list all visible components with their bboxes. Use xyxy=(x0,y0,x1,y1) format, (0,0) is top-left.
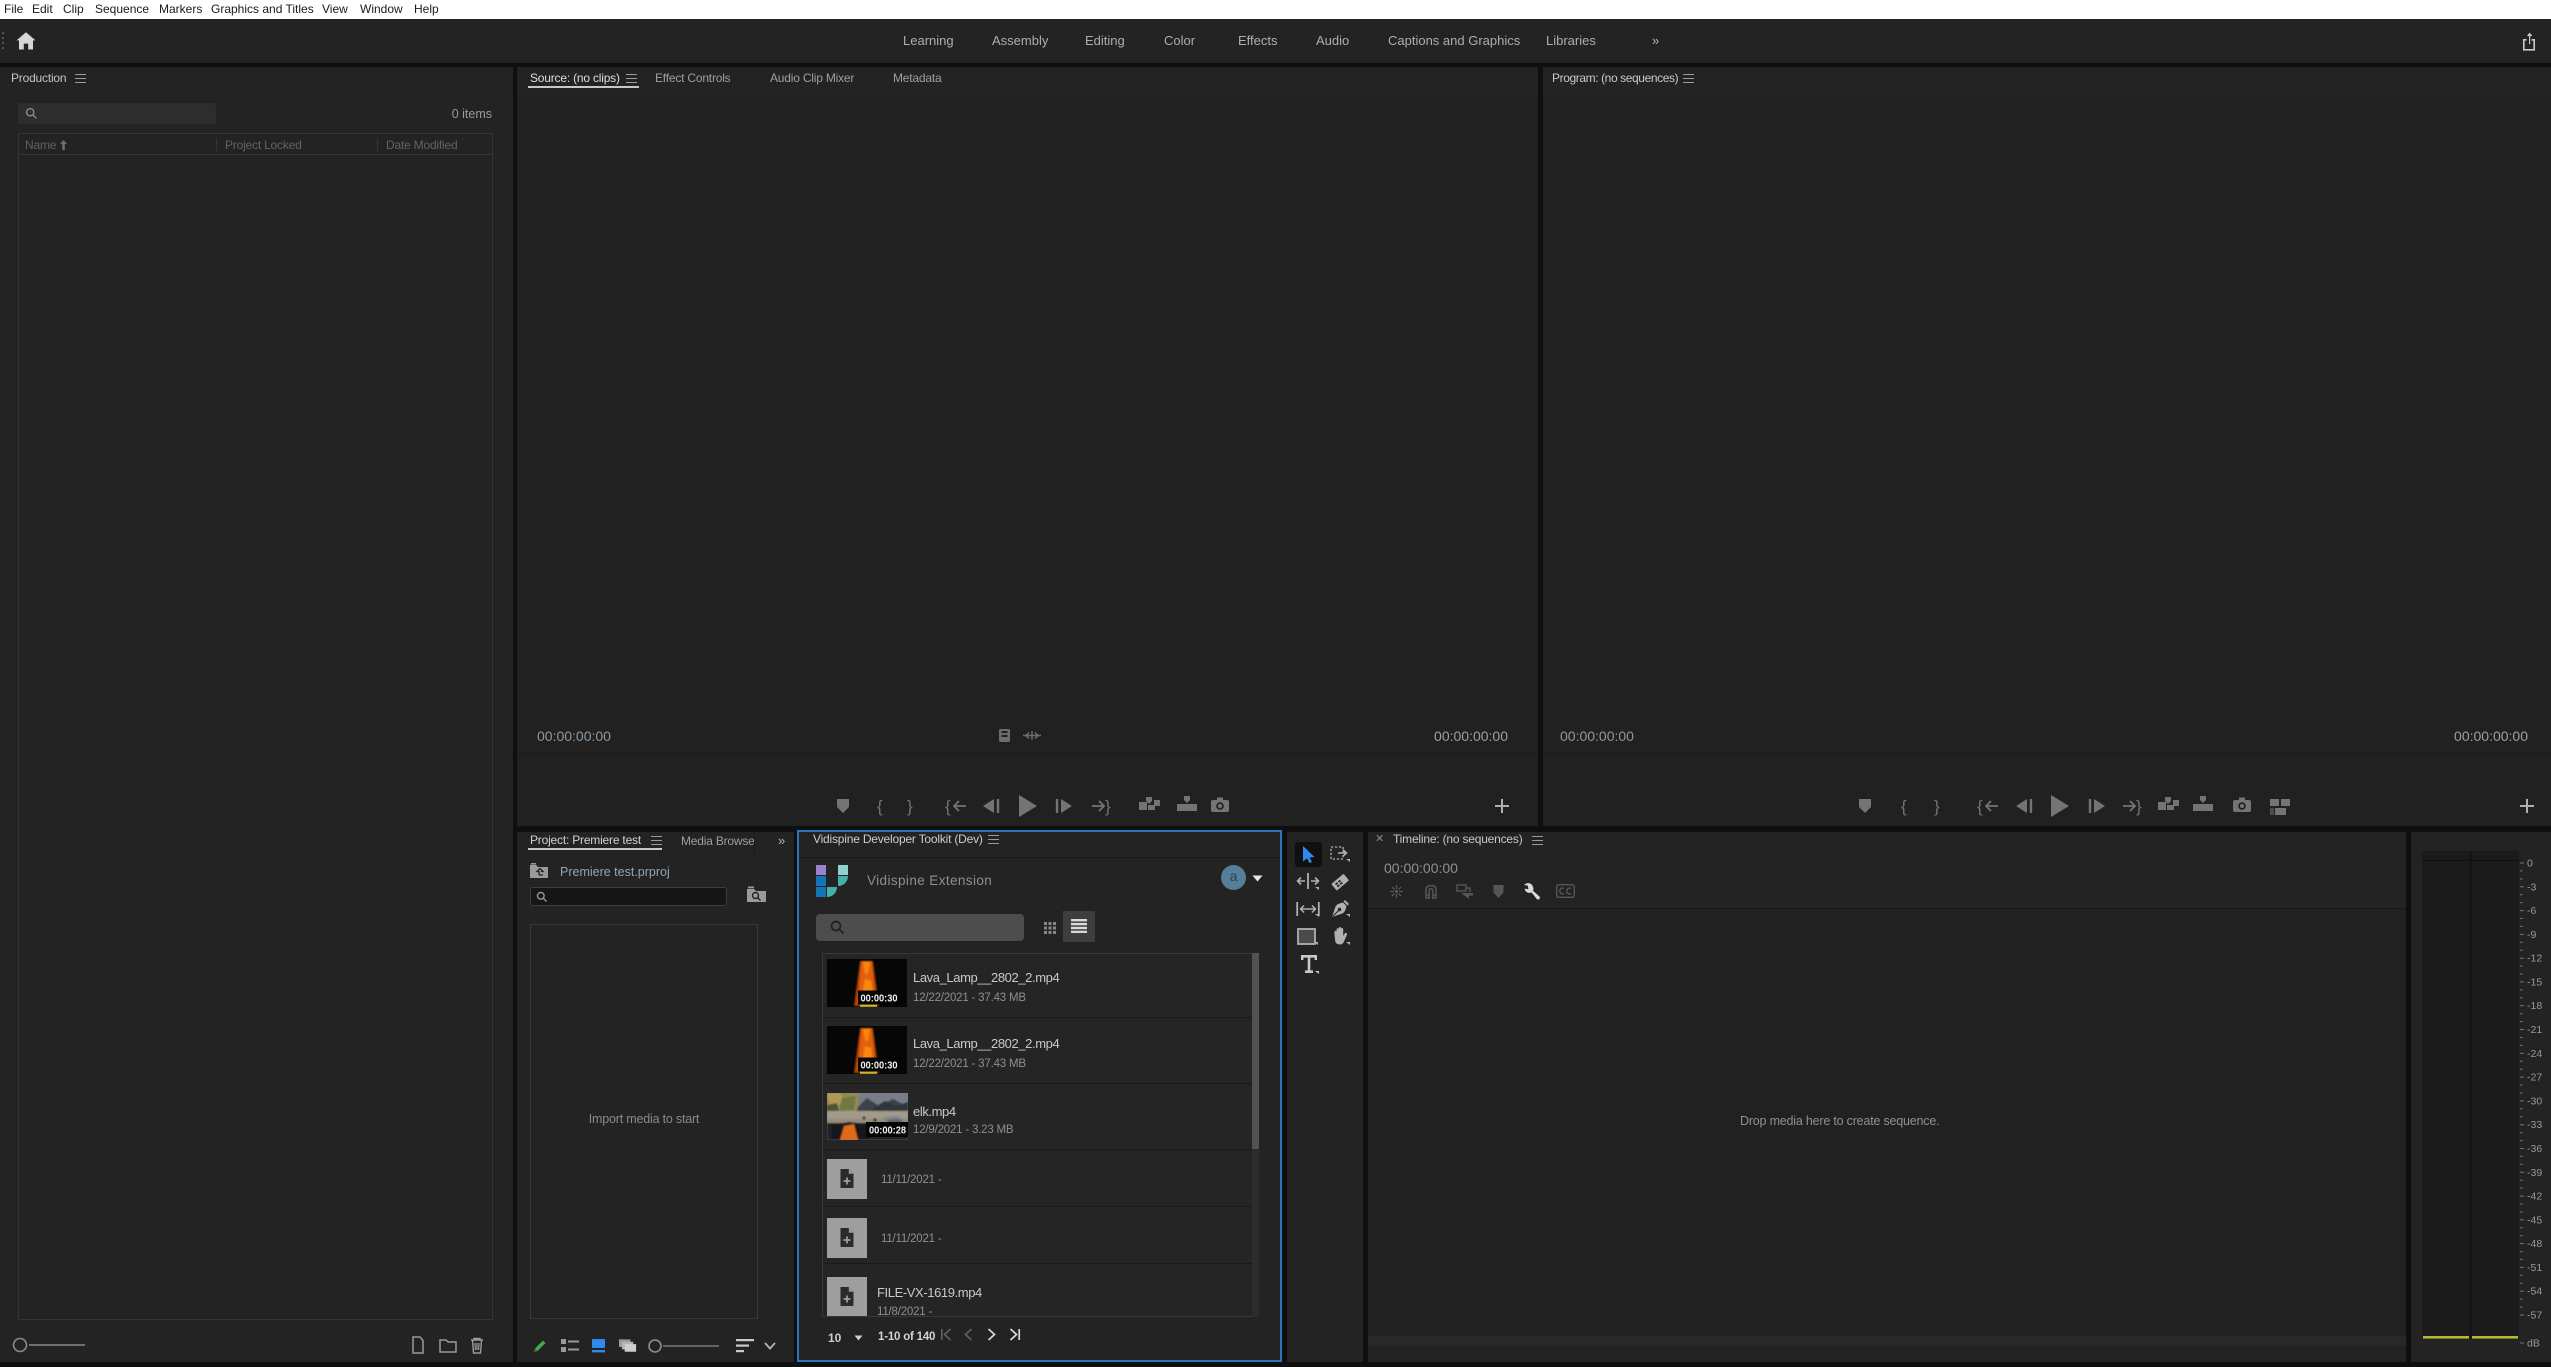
svg-text:}: } xyxy=(907,797,913,816)
svg-text:{: { xyxy=(1901,797,1907,816)
svg-text:-18: -18 xyxy=(2527,1000,2542,1012)
svg-text:}: } xyxy=(2136,797,2142,816)
svg-text:-54: -54 xyxy=(2527,1286,2542,1298)
svg-text:-12: -12 xyxy=(2527,953,2542,965)
svg-text:}: } xyxy=(1934,797,1940,816)
svg-text:-51: -51 xyxy=(2527,1262,2542,1274)
svg-text:00:00:30: 00:00:30 xyxy=(861,1060,898,1071)
svg-text:00:00:28: 00:00:28 xyxy=(869,1125,906,1136)
svg-text:-42: -42 xyxy=(2527,1191,2542,1203)
svg-text:-21: -21 xyxy=(2527,1024,2542,1036)
svg-text:{: { xyxy=(945,797,951,816)
svg-text:{: { xyxy=(1977,797,1983,816)
svg-text:{: { xyxy=(877,797,883,816)
svg-text:-24: -24 xyxy=(2527,1048,2542,1060)
svg-text:-48: -48 xyxy=(2527,1238,2542,1250)
svg-text:-57: -57 xyxy=(2527,1310,2542,1322)
svg-text:-36: -36 xyxy=(2527,1143,2542,1155)
svg-text:-33: -33 xyxy=(2527,1119,2542,1131)
svg-text:0: 0 xyxy=(2527,858,2533,870)
svg-text:00:00:30: 00:00:30 xyxy=(861,993,898,1004)
svg-text:-39: -39 xyxy=(2527,1167,2542,1179)
svg-text:dB: dB xyxy=(2527,1338,2540,1350)
svg-text:-45: -45 xyxy=(2527,1214,2542,1226)
svg-text:-15: -15 xyxy=(2527,976,2542,988)
svg-text:-27: -27 xyxy=(2527,1072,2542,1084)
svg-text:-9: -9 xyxy=(2527,929,2536,941)
svg-text:-30: -30 xyxy=(2527,1095,2542,1107)
svg-text:}: } xyxy=(1105,797,1111,816)
svg-text:-3: -3 xyxy=(2527,881,2536,893)
svg-text:-6: -6 xyxy=(2527,905,2536,917)
